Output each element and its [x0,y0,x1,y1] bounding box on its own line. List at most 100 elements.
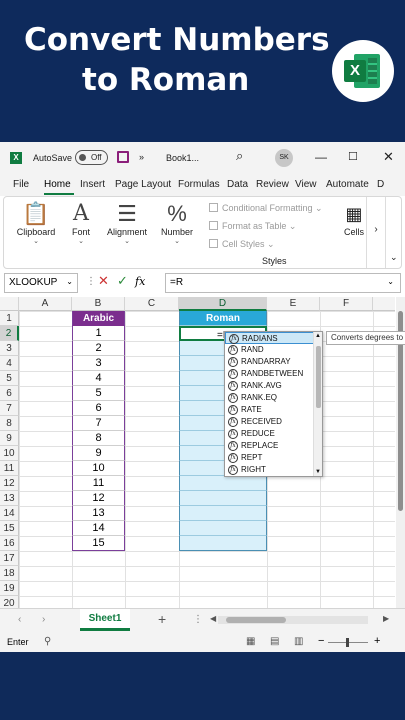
tab-draw[interactable]: D [377,179,384,190]
tab-review[interactable]: Review [256,179,289,190]
clipboard-group[interactable]: 📋 Clipboard ⌄ [10,201,62,245]
arabic-value-cell[interactable]: 10 [72,461,125,476]
insert-function-icon[interactable]: fx [135,275,145,288]
column-header-b[interactable]: B [72,297,125,311]
number-group[interactable]: % Number ⌄ [159,201,195,245]
minimize-button[interactable]: — [315,150,327,164]
row-header[interactable]: 15 [0,521,19,536]
accessibility-icon[interactable]: ⚲ [44,636,51,647]
arabic-header-cell[interactable]: Arabic [72,311,125,326]
autocomplete-item[interactable]: fx RANDARRAY [225,356,322,368]
autocomplete-item[interactable]: fx REPLACE [225,440,322,452]
save-icon[interactable] [117,151,129,163]
normal-view-icon[interactable]: ▦ [246,636,255,647]
more-commands-icon[interactable]: » [139,152,144,162]
zoom-slider[interactable] [328,638,368,647]
row-header[interactable]: 3 [0,341,19,356]
roman-header-cell[interactable]: Roman [179,311,267,326]
name-box[interactable]: XLOOKUP ⌄ [4,273,78,293]
zoom-in-button[interactable]: + [374,635,380,647]
avatar[interactable]: SK [275,149,293,167]
row-header[interactable]: 1 [0,311,19,326]
scroll-right-icon[interactable]: ▶ [383,614,389,623]
arabic-value-cell[interactable]: 7 [72,416,125,431]
horizontal-scrollbar[interactable] [218,616,368,624]
cancel-icon[interactable]: ✕ [98,273,109,289]
page-break-view-icon[interactable]: ▥ [294,636,303,647]
arabic-value-cell[interactable]: 13 [72,506,125,521]
format-as-table-button[interactable]: Format as Table ⌄ [209,221,296,232]
autocomplete-item[interactable]: fx REPT [225,452,322,464]
roman-value-cell[interactable] [179,521,267,536]
cell-styles-button[interactable]: Cell Styles ⌄ [209,239,275,250]
row-header[interactable]: 12 [0,476,19,491]
row-header[interactable]: 17 [0,551,19,566]
autocomplete-item[interactable]: fx RAND [225,344,322,356]
tab-formulas[interactable]: Formulas [178,179,220,190]
autocomplete-item[interactable]: fx RECEIVED [225,416,322,428]
font-group[interactable]: A Font ⌄ [66,201,96,245]
autocomplete-item[interactable]: fx REDUCE [225,428,322,440]
select-all-corner[interactable] [0,297,19,311]
arabic-value-cell[interactable]: 6 [72,401,125,416]
arabic-value-cell[interactable]: 11 [72,476,125,491]
column-header-g[interactable] [373,297,395,311]
arabic-value-cell[interactable]: 12 [72,491,125,506]
row-header[interactable]: 16 [0,536,19,551]
close-button[interactable]: ✕ [383,149,394,165]
roman-value-cell[interactable] [179,536,267,551]
row-header[interactable]: 20 [0,596,19,608]
horizontal-scroll-thumb[interactable] [226,617,286,623]
ribbon-collapse-icon[interactable]: ⌄ [390,252,398,263]
autocomplete-item[interactable]: fx RANK.AVG [225,380,322,392]
search-icon[interactable]: ⌕ [236,148,243,164]
sheet-tab-sheet1[interactable]: Sheet1 [80,609,130,631]
alignment-group[interactable]: ☰ Alignment ⌄ [104,201,150,245]
next-sheet-icon[interactable]: › [42,614,45,625]
row-header[interactable]: 18 [0,566,19,581]
arabic-value-cell[interactable]: 8 [72,431,125,446]
row-header[interactable]: 9 [0,431,19,446]
formula-input[interactable]: =R ⌄ [165,273,401,293]
workbook-name[interactable]: Book1... [166,153,199,163]
autocomplete-item[interactable]: fx RANK.EQ [225,392,322,404]
arabic-value-cell[interactable]: 4 [72,371,125,386]
row-header[interactable]: 10 [0,446,19,461]
tab-data[interactable]: Data [227,179,248,190]
add-sheet-button[interactable]: + [158,611,166,627]
arabic-value-cell[interactable]: 5 [72,386,125,401]
prev-sheet-icon[interactable]: ‹ [18,614,21,625]
scroll-left-icon[interactable]: ◀ [210,614,216,623]
row-header[interactable]: 2 [0,326,19,341]
arabic-value-cell[interactable]: 9 [72,446,125,461]
autocomplete-item[interactable]: fx RADIANS [225,332,322,344]
tab-file[interactable]: File [13,179,29,190]
tab-insert[interactable]: Insert [80,179,105,190]
tab-automate[interactable]: Automate [326,179,369,190]
row-header[interactable]: 14 [0,506,19,521]
tab-view[interactable]: View [295,179,317,190]
roman-value-cell[interactable] [179,506,267,521]
enter-check-icon[interactable]: ✓ [117,273,128,289]
row-header[interactable]: 11 [0,461,19,476]
arabic-value-cell[interactable]: 2 [72,341,125,356]
cells-group[interactable]: ▦ Cells [344,201,364,237]
column-header-f[interactable]: F [320,297,373,311]
autocomplete-item[interactable]: fx RIGHT [225,464,322,476]
row-header[interactable]: 4 [0,356,19,371]
row-header[interactable]: 6 [0,386,19,401]
zoom-out-button[interactable]: − [318,635,324,647]
autosave-toggle[interactable]: Off [75,150,108,165]
maximize-button[interactable]: ☐ [348,150,358,163]
arabic-value-cell[interactable]: 14 [72,521,125,536]
arabic-value-cell[interactable]: 1 [72,326,125,341]
autocomplete-item[interactable]: fx RANDBETWEEN [225,368,322,380]
row-header[interactable]: 8 [0,416,19,431]
autocomplete-scrollbar[interactable]: ▲ ▼ [313,332,322,476]
row-header[interactable]: 13 [0,491,19,506]
arabic-value-cell[interactable]: 3 [72,356,125,371]
column-header-d[interactable]: D [179,297,267,311]
row-header[interactable]: 7 [0,401,19,416]
page-layout-view-icon[interactable]: ▤ [270,636,279,647]
roman-value-cell[interactable] [179,491,267,506]
